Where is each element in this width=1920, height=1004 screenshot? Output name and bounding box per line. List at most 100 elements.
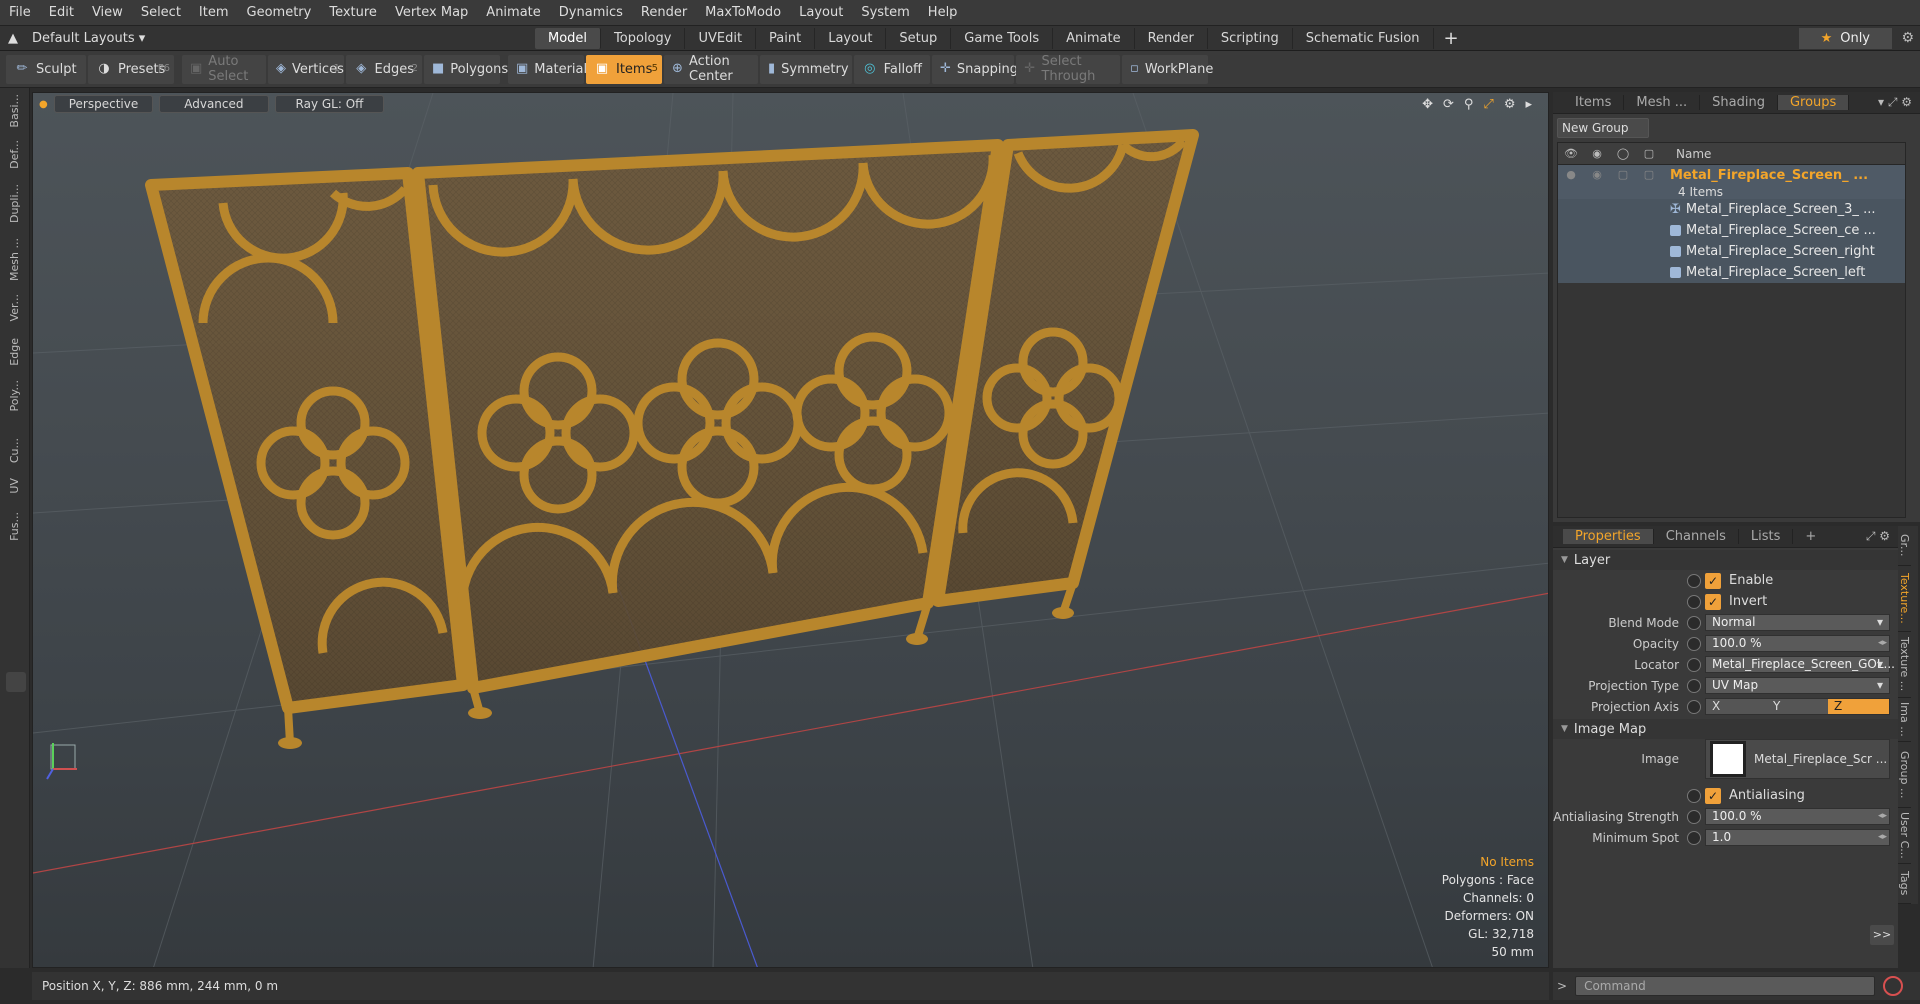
falloff-button[interactable]: ◎ Falloff: [854, 54, 930, 84]
menu-dynamics[interactable]: Dynamics: [550, 5, 632, 20]
group-child-row[interactable]: ✠ Metal_Fireplace_Screen_3_ ...: [1558, 199, 1905, 220]
snapping-button[interactable]: ✛ Snapping: [932, 54, 1018, 84]
polygons-button[interactable]: ■ Polygons: [424, 54, 508, 84]
rotate-icon[interactable]: ⟳: [1443, 97, 1454, 112]
menu-render[interactable]: Render: [632, 5, 696, 20]
lock-icon[interactable]: ◯: [1610, 147, 1636, 160]
tab-render[interactable]: Render: [1135, 28, 1208, 49]
left-tab-expand-button[interactable]: [6, 672, 26, 692]
left-tab-curve[interactable]: Cu...: [8, 438, 21, 463]
left-tab-vertex[interactable]: Ver...: [8, 294, 21, 321]
select-toggle[interactable]: ▢: [1636, 168, 1662, 181]
workplane-button[interactable]: ▫ WorkPlane: [1122, 54, 1213, 84]
tab-setup[interactable]: Setup: [886, 28, 952, 49]
invert-checkbox[interactable]: ✓: [1705, 593, 1721, 610]
menu-file[interactable]: File: [0, 5, 40, 20]
presets-button[interactable]: ◑ Presets F6: [88, 54, 174, 84]
panel-options-icons[interactable]: ⤢ ⚙: [1866, 529, 1890, 544]
menu-layout[interactable]: Layout: [790, 5, 852, 20]
menu-item[interactable]: Item: [190, 5, 238, 20]
more-button[interactable]: >>: [1870, 925, 1894, 945]
sculpt-button[interactable]: ✏ Sculpt: [6, 54, 86, 84]
projection-type-radio[interactable]: [1687, 678, 1701, 693]
raygl-toggle[interactable]: Ray GL: Off: [274, 95, 385, 113]
locator-dropdown[interactable]: Metal_Fireplace_Screen_GOL...: [1705, 656, 1895, 673]
materials-button[interactable]: ▣ Materials: [508, 54, 594, 84]
add-tab-icon[interactable]: +: [1434, 28, 1469, 49]
select-icon[interactable]: ▢: [1636, 147, 1662, 160]
panel-options-icons[interactable]: ▾ ⤢ ⚙: [1878, 95, 1912, 110]
menu-edit[interactable]: Edit: [40, 5, 83, 20]
tab-model[interactable]: Model: [535, 28, 602, 49]
tab-properties[interactable]: Properties: [1563, 529, 1654, 544]
tab-lists[interactable]: Lists: [1739, 529, 1794, 544]
render-icon[interactable]: ◉: [1584, 147, 1610, 160]
tab-channels[interactable]: Channels: [1654, 529, 1739, 544]
right-tab-texture[interactable]: Texture ...: [1898, 632, 1911, 698]
image-map-section-header[interactable]: ▼ Image Map: [1553, 719, 1898, 739]
tab-animate[interactable]: Animate: [1053, 28, 1135, 49]
left-tab-mesh[interactable]: Mesh ...: [8, 238, 21, 281]
select-through-button[interactable]: ✛ Select Through: [1016, 54, 1120, 84]
axis-z-button[interactable]: Z: [1828, 699, 1889, 714]
3d-viewport[interactable]: ● Perspective Advanced Ray GL: Off ✥ ⟳ ⚲…: [32, 92, 1549, 968]
menu-vertex-map[interactable]: Vertex Map: [386, 5, 477, 20]
axis-x-button[interactable]: X: [1706, 699, 1767, 714]
fit-icon[interactable]: ⤢: [1483, 97, 1493, 112]
tab-game-tools[interactable]: Game Tools: [951, 28, 1054, 49]
layout-selector[interactable]: ▲ Default Layouts ▾: [0, 31, 150, 46]
pan-icon[interactable]: ✥: [1422, 97, 1433, 112]
image-dropdown[interactable]: Metal_Fireplace_Scr ...: [1705, 739, 1890, 779]
layer-section-header[interactable]: ▼ Layer: [1553, 550, 1898, 570]
up-arrow-icon[interactable]: ▲: [8, 31, 18, 46]
opacity-field[interactable]: 100.0 %: [1705, 635, 1890, 652]
blend-mode-dropdown[interactable]: Normal: [1705, 614, 1890, 631]
symmetry-button[interactable]: ▮ Symmetry: [760, 54, 852, 84]
tab-layout[interactable]: Layout: [815, 28, 887, 49]
tab-shading[interactable]: Shading: [1700, 95, 1778, 110]
left-tab-uv[interactable]: UV: [8, 478, 21, 494]
left-tab-edge[interactable]: Edge: [8, 338, 21, 366]
new-group-button[interactable]: New Group: [1557, 118, 1649, 138]
eye-icon[interactable]: 👁: [1558, 147, 1584, 160]
expand-arrow-icon[interactable]: ▸: [1525, 97, 1532, 112]
projection-axis-radio[interactable]: [1687, 699, 1701, 714]
group-child-row[interactable]: Metal_Fireplace_Screen_left: [1558, 262, 1905, 283]
invert-radio[interactable]: [1687, 594, 1701, 609]
lock-toggle[interactable]: ▢: [1610, 168, 1636, 181]
tab-items[interactable]: Items: [1553, 95, 1625, 110]
tab-mesh[interactable]: Mesh ...: [1624, 95, 1701, 110]
tab-paint[interactable]: Paint: [756, 28, 816, 49]
right-tab-gr[interactable]: Gr...: [1898, 526, 1911, 566]
minimum-spot-field[interactable]: 1.0: [1705, 829, 1890, 846]
action-center-button[interactable]: ⊕ Action Center: [664, 54, 758, 84]
record-macro-icon[interactable]: [1883, 976, 1904, 996]
aa-strength-field[interactable]: 100.0 %: [1705, 808, 1890, 825]
blend-mode-radio[interactable]: [1687, 615, 1701, 630]
right-tab-image[interactable]: Ima ...: [1898, 698, 1911, 742]
command-input[interactable]: Command: [1575, 976, 1876, 996]
right-tab-tags[interactable]: Tags: [1898, 864, 1911, 904]
add-tab-icon[interactable]: +: [1793, 529, 1828, 544]
view-mode-button[interactable]: Perspective: [53, 95, 154, 113]
tab-groups[interactable]: Groups: [1777, 95, 1850, 110]
viewport-settings-icon[interactable]: ⚙: [1504, 97, 1516, 112]
menu-system[interactable]: System: [852, 5, 918, 20]
locator-radio[interactable]: [1687, 657, 1701, 672]
group-row[interactable]: ● ◉ ▢ ▢ Metal_Fireplace_Screen_ ... 4 Items: [1558, 165, 1905, 199]
menu-select[interactable]: Select: [132, 5, 190, 20]
left-tab-deform[interactable]: Def...: [8, 140, 21, 169]
visibility-toggle[interactable]: ●: [1558, 168, 1584, 181]
group-child-row[interactable]: Metal_Fireplace_Screen_ce ...: [1558, 220, 1905, 241]
menu-geometry[interactable]: Geometry: [238, 5, 321, 20]
left-tab-fusion[interactable]: Fus...: [8, 512, 21, 541]
enable-checkbox[interactable]: ✓: [1705, 572, 1721, 589]
group-child-row[interactable]: Metal_Fireplace_Screen_right: [1558, 241, 1905, 262]
aa-strength-radio[interactable]: [1687, 809, 1701, 824]
vertices-button[interactable]: ◈ Vertices 1: [268, 54, 344, 84]
tab-uvedit[interactable]: UVEdit: [685, 28, 757, 49]
tab-scripting[interactable]: Scripting: [1208, 28, 1293, 49]
menu-maxtomodo[interactable]: MaxToModo: [696, 5, 790, 20]
left-tab-duplicate[interactable]: Dupli...: [8, 184, 21, 223]
right-tab-group[interactable]: Group ...: [1898, 742, 1911, 808]
